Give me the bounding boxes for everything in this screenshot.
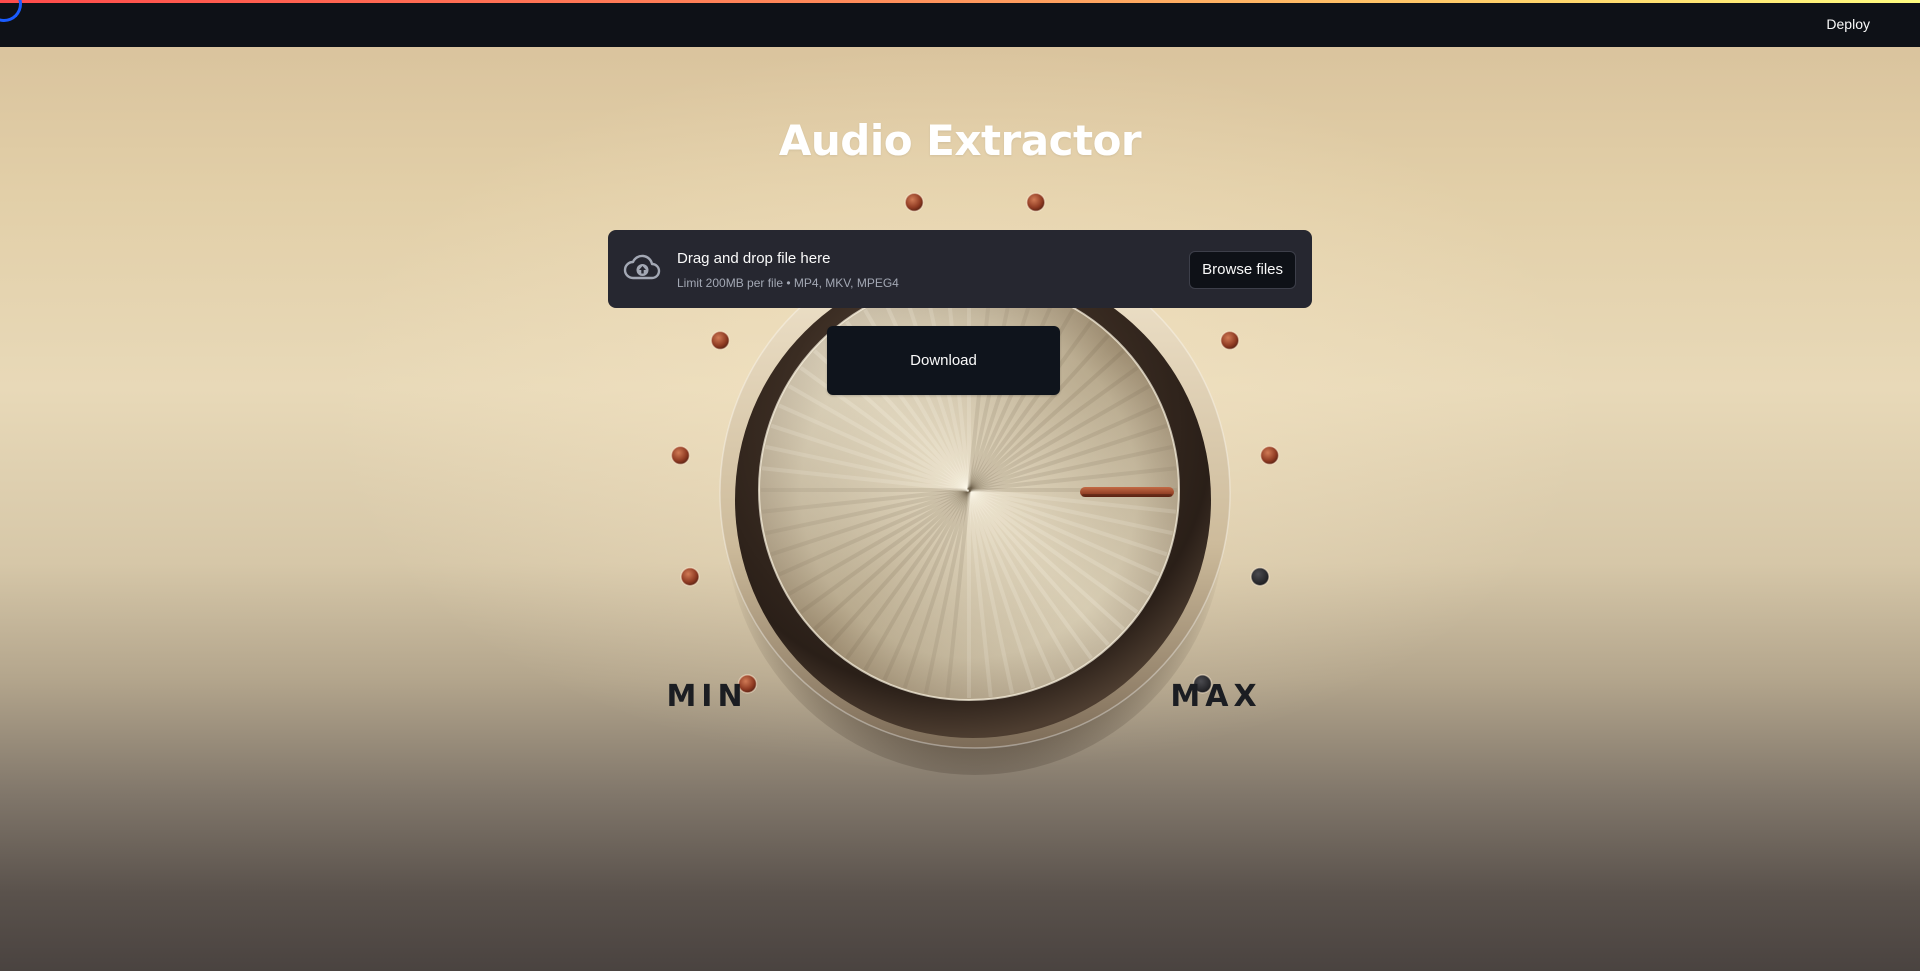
level-dot [1026,192,1046,213]
uploader-limit-text: Limit 200MB per file • MP4, MKV, MPEG4 [677,276,899,290]
download-button[interactable]: Download [827,326,1060,395]
level-dot [710,330,730,351]
uploader-drag-text: Drag and drop file here [677,250,831,267]
file-uploader-dropzone[interactable]: Drag and drop file here Limit 200MB per … [608,230,1312,308]
status-rainbow-bar [0,0,1920,3]
cloud-upload-icon [623,254,661,280]
max-label: MAX [1170,679,1261,714]
browse-files-button[interactable]: Browse files [1189,251,1296,289]
knob-indicator-shade [1082,494,1172,497]
level-dot [1250,566,1270,587]
page-title: Audio Extractor [778,116,1142,165]
level-dot [1220,330,1240,351]
level-dot [680,566,700,587]
level-dot [904,192,924,213]
top-header: Deploy [0,0,1920,47]
deploy-button[interactable]: Deploy [1826,16,1870,32]
level-dot [1259,445,1280,466]
min-label: MIN [666,679,747,714]
level-dot [670,445,691,466]
